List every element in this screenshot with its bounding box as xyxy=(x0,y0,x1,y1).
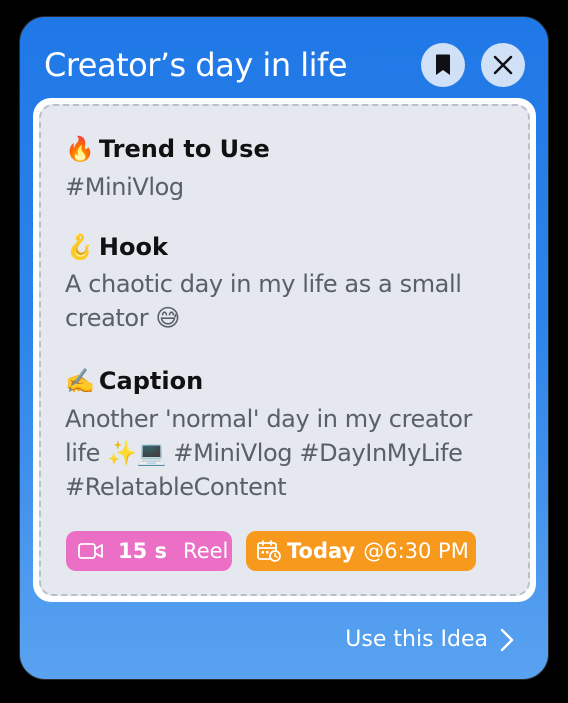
calendar-clock-icon xyxy=(257,540,281,562)
trend-text: #MiniVlog xyxy=(65,173,184,201)
reel-kind: Reel xyxy=(183,539,229,563)
reel-duration-chip[interactable]: 15 s Reel xyxy=(66,531,232,571)
idea-panel-inner: 🔥 Trend to Use #MiniVlog 🪝 Hook A chaotic … xyxy=(39,104,530,596)
schedule-time: @6:30 PM xyxy=(363,539,469,563)
schedule-chip[interactable]: Today @6:30 PM xyxy=(246,531,476,571)
idea-card: Creator’s day in life 🔥 Trend to Use #Min… xyxy=(19,16,549,680)
caption-text: Another 'normal' day in my creator life … xyxy=(65,405,472,501)
chevron-right-icon xyxy=(500,628,514,652)
close-button[interactable] xyxy=(481,43,525,87)
fire-icon: 🔥 xyxy=(65,135,95,163)
close-icon xyxy=(493,55,513,75)
caption-heading-label: Caption xyxy=(98,367,204,395)
reel-duration: 15 s xyxy=(118,539,168,563)
hook-icon: 🪝 xyxy=(65,233,95,261)
hook-text: A chaotic day in my life as a small crea… xyxy=(65,270,462,332)
bookmark-button[interactable] xyxy=(421,43,465,87)
writing-hand-icon: ✍️ xyxy=(65,367,95,395)
trend-heading: 🔥 Trend to Use xyxy=(65,134,270,164)
video-camera-icon xyxy=(78,543,103,559)
hook-heading: 🪝 Hook xyxy=(65,232,168,262)
idea-panel: 🔥 Trend to Use #MiniVlog 🪝 Hook A chaotic … xyxy=(33,98,536,602)
bookmark-icon xyxy=(436,54,450,75)
use-idea-button[interactable]: Use this Idea xyxy=(345,627,514,652)
trend-heading-label: Trend to Use xyxy=(98,135,270,163)
hook-heading-label: Hook xyxy=(98,233,168,261)
schedule-day: Today xyxy=(287,539,356,563)
card-title: Creator’s day in life xyxy=(44,46,348,84)
use-idea-label: Use this Idea xyxy=(345,627,488,652)
caption-heading: ✍️ Caption xyxy=(65,366,203,396)
